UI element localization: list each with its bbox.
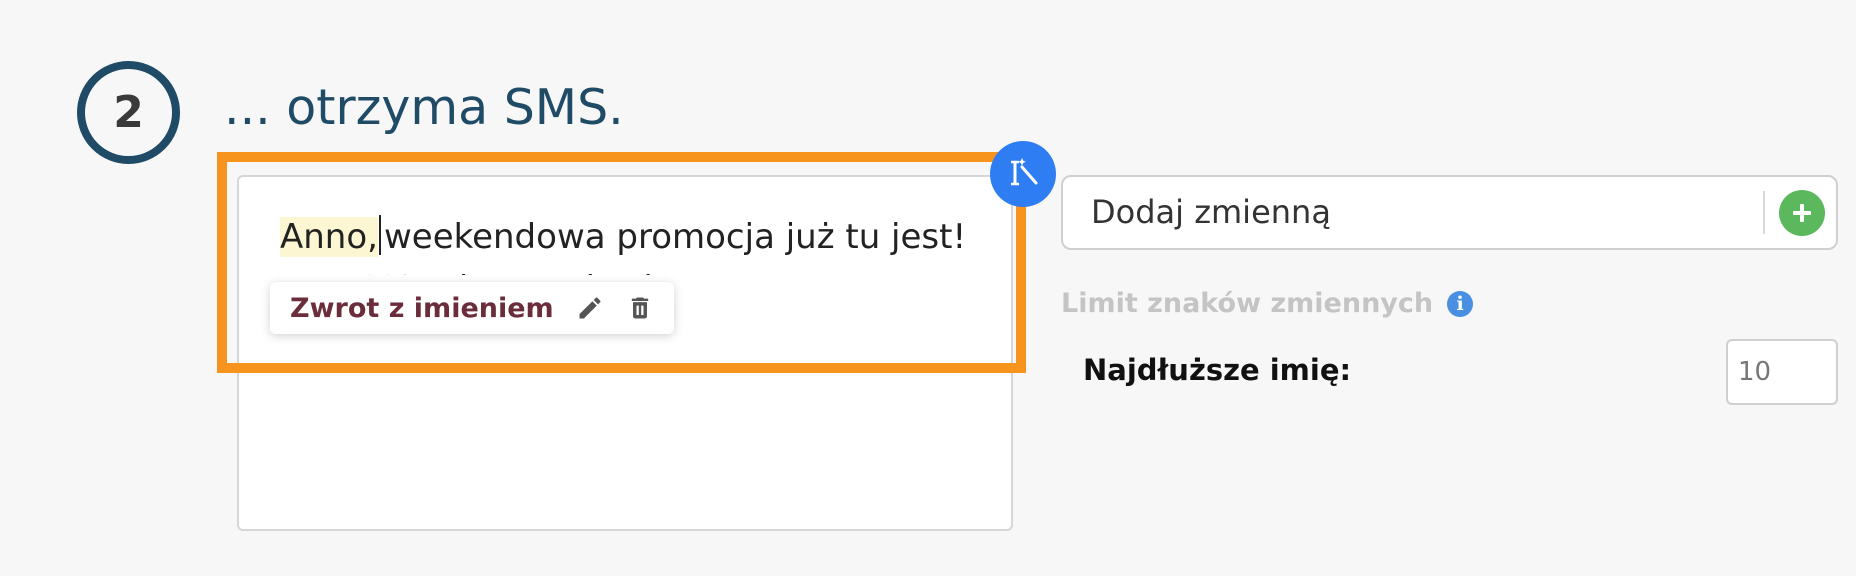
longest-name-input[interactable] xyxy=(1726,339,1838,405)
plus-icon xyxy=(1793,204,1811,222)
variable-limit-heading: Limit znaków zmiennych i xyxy=(1061,288,1474,319)
variable-limit-heading-text: Limit znaków zmiennych xyxy=(1061,288,1434,319)
variable-popover-label: Zwrot z imieniem xyxy=(290,292,554,324)
text-caret xyxy=(378,215,381,255)
magic-wand-button[interactable] xyxy=(990,141,1056,207)
sms-message-text[interactable]: Anno,weekendowa promocja już tu jest! Do… xyxy=(280,211,985,275)
step-number-badge: 2 xyxy=(77,61,180,164)
add-variable-select[interactable]: Dodaj zmienną xyxy=(1061,175,1838,250)
longest-name-label: Najdłuższe imię: xyxy=(1083,353,1352,387)
select-divider xyxy=(1763,191,1765,234)
variable-popover: Zwrot z imieniem xyxy=(270,282,674,334)
name-variable-chip[interactable]: Anno, xyxy=(280,217,378,257)
pencil-icon[interactable] xyxy=(576,293,604,323)
sms-message-editor[interactable]: Anno,weekendowa promocja już tu jest! Do… xyxy=(237,175,1013,531)
info-icon[interactable]: i xyxy=(1447,290,1474,317)
step-number: 2 xyxy=(113,87,144,138)
add-variable-button[interactable] xyxy=(1779,190,1825,236)
add-variable-placeholder: Dodaj zmienną xyxy=(1091,193,1331,231)
step-title: ... otrzyma SMS. xyxy=(224,79,624,136)
trash-icon[interactable] xyxy=(626,293,654,323)
message-body-text: weekendowa promocja już tu jest! Do 40% … xyxy=(280,217,967,275)
magic-wand-icon xyxy=(1003,152,1043,196)
